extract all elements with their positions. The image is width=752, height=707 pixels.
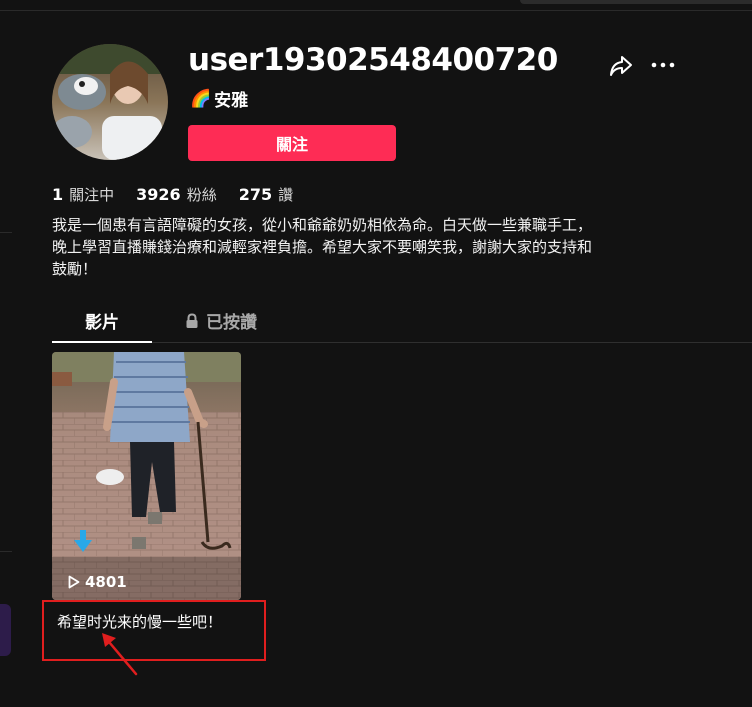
profile-nickname: 🌈 安雅 [190,86,249,112]
nickname-text: 安雅 [214,91,249,111]
stat-label: 粉絲 [186,186,217,204]
header-divider [0,10,752,11]
video-play-count: 4801 [68,573,127,591]
play-icon [68,575,80,589]
tab-videos[interactable]: 影片 [52,308,152,333]
sidebar-divider [0,232,12,233]
profile-username: user19302548400720 [188,42,558,78]
play-count-value: 4801 [85,573,127,591]
tab-liked-label: 已按讚 [206,313,257,333]
stat-following[interactable]: 1 關注中 [52,184,114,205]
stat-value: 3926 [136,185,181,204]
share-icon[interactable] [608,54,634,78]
lock-icon [186,312,198,328]
follow-button[interactable]: 關注 [188,125,396,161]
stat-label: 讚 [278,186,294,204]
rainbow-icon: 🌈 [190,88,212,109]
sidebar-edge-item[interactable] [0,604,11,656]
avatar[interactable] [52,44,168,160]
stat-value: 1 [52,185,64,204]
stat-followers[interactable]: 3926 粉絲 [136,184,217,205]
stat-likes: 275 讚 [239,184,293,205]
annotation-arrow-icon [102,633,138,676]
video-thumbnail[interactable] [52,352,241,600]
stat-value: 275 [238,185,273,204]
sidebar-divider [0,551,12,552]
window-top-strip [520,0,752,4]
active-tab-indicator [52,341,152,343]
stat-label: 關注中 [69,186,115,204]
annotation-highlight-box [42,600,266,661]
tab-liked[interactable]: 已按讚 [185,308,257,333]
tabs-divider [52,342,752,343]
profile-bio: 我是一個患有言語障礙的女孩，從小和爺爺奶奶相依為命。白天做一些兼職手工，晚上學習… [52,216,593,278]
profile-stats: 1 關注中 3926 粉絲 275 讚 [52,184,293,205]
more-icon[interactable] [650,57,676,73]
